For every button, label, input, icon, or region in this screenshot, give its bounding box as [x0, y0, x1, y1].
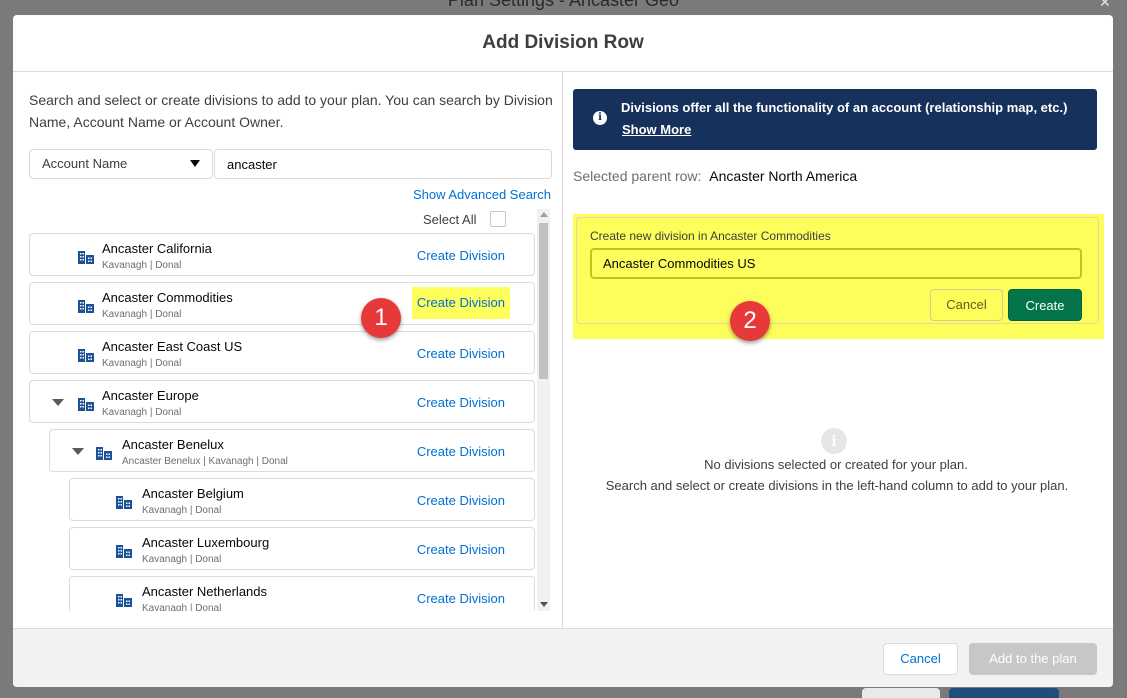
empty-state-title: No divisions selected or created for you…	[704, 457, 968, 472]
add-division-modal: Add Division Row Search and select or cr…	[13, 15, 1113, 687]
division-name: Ancaster Netherlands	[142, 584, 268, 599]
create-division-link[interactable]: Create Division	[417, 542, 505, 557]
modal-footer: Cancel Add to the plan	[13, 628, 1113, 687]
parent-row-value: Ancaster North America	[709, 168, 858, 184]
division-name-input[interactable]	[590, 248, 1082, 279]
division-owner: Kavanagh | Donal	[142, 603, 222, 611]
step-badge-1: 1	[361, 298, 401, 338]
building-icon	[116, 545, 132, 558]
step-badge-2: 2	[730, 301, 770, 341]
create-division-link[interactable]: Create Division	[417, 248, 505, 263]
show-more-link[interactable]: Show More	[622, 122, 691, 137]
list-item: Ancaster Europe Kavanagh | Donal Create …	[29, 380, 535, 423]
list-item: Ancaster Netherlands Kavanagh | Donal Cr…	[69, 576, 535, 611]
division-owner: Kavanagh | Donal	[102, 358, 182, 369]
create-division-link[interactable]: Create Division	[417, 591, 505, 606]
division-owner: Kavanagh | Donal	[102, 260, 182, 271]
create-division-link[interactable]: Create Division	[411, 287, 510, 319]
create-division-panel: Create new division in Ancaster Commodit…	[573, 214, 1104, 339]
modal-title: Add Division Row	[482, 32, 644, 53]
backdrop-close-icon: ✕	[1099, 0, 1111, 10]
division-owner: Kavanagh | Donal	[142, 505, 222, 516]
modal-body: Search and select or create divisions to…	[13, 72, 1113, 628]
backdrop-primary-button	[949, 688, 1059, 698]
search-column: Search and select or create divisions to…	[13, 72, 563, 628]
building-icon	[116, 594, 132, 607]
division-owner: Kavanagh | Donal	[102, 309, 182, 320]
division-name: Ancaster Commodities	[102, 290, 233, 305]
division-owner: Kavanagh | Donal	[102, 407, 182, 418]
expand-chevron-icon[interactable]	[52, 399, 64, 406]
division-name: Ancaster Belgium	[142, 486, 244, 501]
division-name: Ancaster California	[102, 241, 212, 256]
list-item: Ancaster Belgium Kavanagh | Donal Create…	[69, 478, 535, 521]
create-division-link[interactable]: Create Division	[417, 395, 505, 410]
division-owner: Kavanagh | Donal	[142, 554, 222, 565]
list-scrollbar[interactable]	[537, 209, 550, 611]
division-name: Ancaster Luxembourg	[142, 535, 270, 550]
building-icon	[116, 496, 132, 509]
info-banner-text: Divisions offer all the functionality of…	[621, 100, 1068, 115]
list-item: Ancaster California Kavanagh | Donal Cre…	[29, 233, 535, 276]
modal-header: Add Division Row	[13, 15, 1113, 72]
create-button[interactable]: Create	[1008, 289, 1082, 321]
list-item: Ancaster Commodities Kavanagh | Donal Cr…	[29, 282, 535, 325]
building-icon	[78, 300, 94, 313]
division-name: Ancaster Benelux	[122, 437, 224, 452]
create-division-link[interactable]: Create Division	[417, 346, 505, 361]
info-icon: i	[593, 111, 607, 125]
create-column: i Divisions offer all the functionality …	[564, 72, 1113, 628]
list-item: Ancaster Luxembourg Kavanagh | Donal Cre…	[69, 527, 535, 570]
division-results-list: Ancaster California Kavanagh | Donal Cre…	[29, 233, 537, 611]
select-all-label: Select All	[423, 212, 477, 227]
search-instructions: Search and select or create divisions to…	[29, 92, 553, 130]
building-icon	[96, 447, 112, 460]
backdrop-title: Plan Settings - Ancaster Geo	[447, 0, 680, 10]
division-owner: Ancaster Benelux | Kavanagh | Donal	[122, 456, 288, 467]
search-field-value: Account Name	[42, 156, 128, 171]
search-input[interactable]	[214, 149, 552, 179]
building-icon	[78, 398, 94, 411]
search-field-select[interactable]: Account Name	[29, 149, 213, 179]
create-division-link[interactable]: Create Division	[417, 493, 505, 508]
create-division-link[interactable]: Create Division	[417, 444, 505, 459]
selected-parent-row: Selected parent row: Ancaster North Amer…	[573, 168, 857, 184]
list-item: Ancaster East Coast US Kavanagh | Donal …	[29, 331, 535, 374]
scroll-thumb[interactable]	[539, 223, 548, 379]
create-division-label: Create new division in Ancaster Commodit…	[590, 229, 831, 243]
parent-row-label: Selected parent row:	[573, 168, 702, 184]
division-name: Ancaster Europe	[102, 388, 199, 403]
building-icon	[78, 251, 94, 264]
backdrop-button	[862, 688, 940, 698]
division-name: Ancaster East Coast US	[102, 339, 243, 354]
select-all-checkbox[interactable]	[490, 211, 506, 227]
expand-chevron-icon[interactable]	[72, 448, 84, 455]
scroll-down-icon[interactable]	[540, 602, 548, 607]
list-item: Ancaster Benelux Ancaster Benelux | Kava…	[49, 429, 535, 472]
info-circle-icon: i	[821, 428, 847, 454]
caret-down-icon	[190, 160, 200, 167]
scroll-up-icon[interactable]	[540, 212, 548, 217]
add-to-plan-button[interactable]: Add to the plan	[969, 643, 1097, 675]
cancel-button[interactable]: Cancel	[883, 643, 958, 675]
empty-state-description: Search and select or create divisions in…	[605, 478, 1069, 493]
cancel-create-button[interactable]: Cancel	[930, 289, 1003, 321]
building-icon	[78, 349, 94, 362]
show-advanced-search-link[interactable]: Show Advanced Search	[413, 187, 551, 202]
create-division-form: Create new division in Ancaster Commodit…	[576, 217, 1099, 324]
info-banner: i Divisions offer all the functionality …	[573, 89, 1097, 150]
